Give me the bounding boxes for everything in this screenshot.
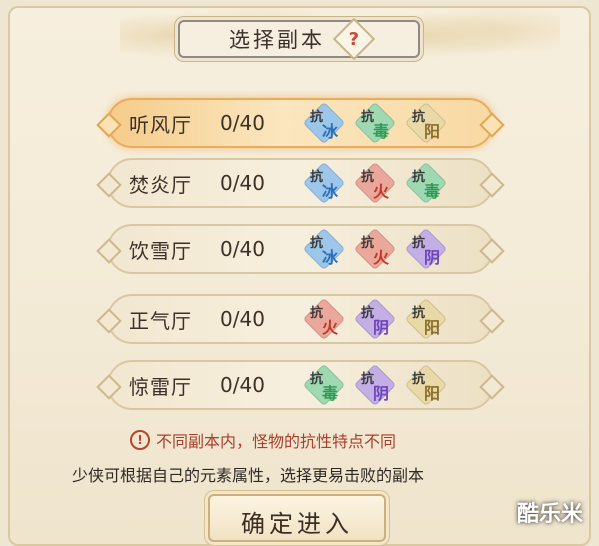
dungeon-progress: 0/40 [220,373,265,397]
confirm-enter-button[interactable]: 确定进入 [208,494,386,542]
notice: ! 不同副本内，怪物的抗性特点不同 [130,428,396,452]
resist-yang-icon: 抗阳 [404,297,448,341]
resist-yin-icon: 抗阴 [353,297,397,341]
confirm-enter-label: 确定进入 [241,510,353,538]
resist-yang-icon: 抗阳 [404,101,448,145]
dungeon-name: 听风厅 [129,112,192,137]
resist-yin-icon: 抗阴 [404,227,448,271]
dungeon-progress: 0/40 [220,307,265,331]
badge-element: 阳 [424,318,441,337]
badge-element: 毒 [424,182,441,201]
resistance-badges: 抗火抗阴抗阳 [302,297,458,341]
badge-element: 阳 [424,384,441,403]
dungeon-name: 饮雪厅 [129,238,192,263]
badge-element: 毒 [322,384,339,403]
badge-element: 阳 [424,122,441,141]
resist-poison-icon: 抗毒 [302,363,346,407]
resistance-badges: 抗冰抗毒抗阳 [302,101,458,145]
badge-element: 火 [373,182,390,201]
resist-yin-icon: 抗阴 [353,363,397,407]
resist-fire-icon: 抗火 [302,297,346,341]
dungeon-progress: 0/40 [220,237,265,261]
badge-element: 火 [322,318,339,337]
badge-element: 火 [373,248,390,267]
badge-element: 毒 [373,122,390,141]
dungeon-row[interactable]: 正气厅 0/40 抗火抗阴抗阳 [96,294,505,344]
dungeon-name: 惊雷厅 [129,374,192,399]
resist-ice-icon: 抗冰 [302,161,346,205]
dungeon-row[interactable]: 焚炎厅 0/40 抗冰抗火抗毒 [96,158,505,208]
badge-element: 冰 [322,248,339,267]
resist-poison-icon: 抗毒 [353,101,397,145]
resist-ice-icon: 抗冰 [302,101,346,145]
resistance-badges: 抗冰抗火抗毒 [302,161,458,205]
resistance-badges: 抗冰抗火抗阴 [302,227,458,271]
resist-yang-icon: 抗阳 [404,363,448,407]
dungeon-row[interactable]: 惊雷厅 0/40 抗毒抗阴抗阳 [96,360,505,410]
dungeon-name: 焚炎厅 [129,172,192,197]
dungeon-progress: 0/40 [220,171,265,195]
notice-text: 不同副本内，怪物的抗性特点不同 [156,432,397,451]
badge-element: 阴 [424,248,441,267]
badge-element: 阴 [373,318,390,337]
help-icon[interactable]: ? [332,17,376,61]
badge-element: 冰 [322,182,339,201]
badge-element: 阴 [373,384,390,403]
resistance-badges: 抗毒抗阴抗阳 [302,363,458,407]
resist-fire-icon: 抗火 [353,161,397,205]
resist-fire-icon: 抗火 [353,227,397,271]
warning-icon: ! [130,430,150,450]
dungeon-name: 正气厅 [129,308,192,333]
resist-ice-icon: 抗冰 [302,227,346,271]
page-title: 选择副本 [229,28,325,52]
dungeon-row[interactable]: 饮雪厅 0/40 抗冰抗火抗阴 [96,224,505,274]
help-symbol: ? [348,28,360,50]
hint-text: 少侠可根据自己的元素属性，选择更易击败的副本 [72,466,425,485]
title-plate: 选择副本 ? [178,17,420,61]
dungeon-row[interactable]: 听风厅 0/40 抗冰抗毒抗阳 [96,98,505,148]
watermark: 酷乐米 [517,502,584,527]
dungeon-progress: 0/40 [220,111,265,135]
badge-element: 冰 [322,122,339,141]
resist-poison-icon: 抗毒 [404,161,448,205]
